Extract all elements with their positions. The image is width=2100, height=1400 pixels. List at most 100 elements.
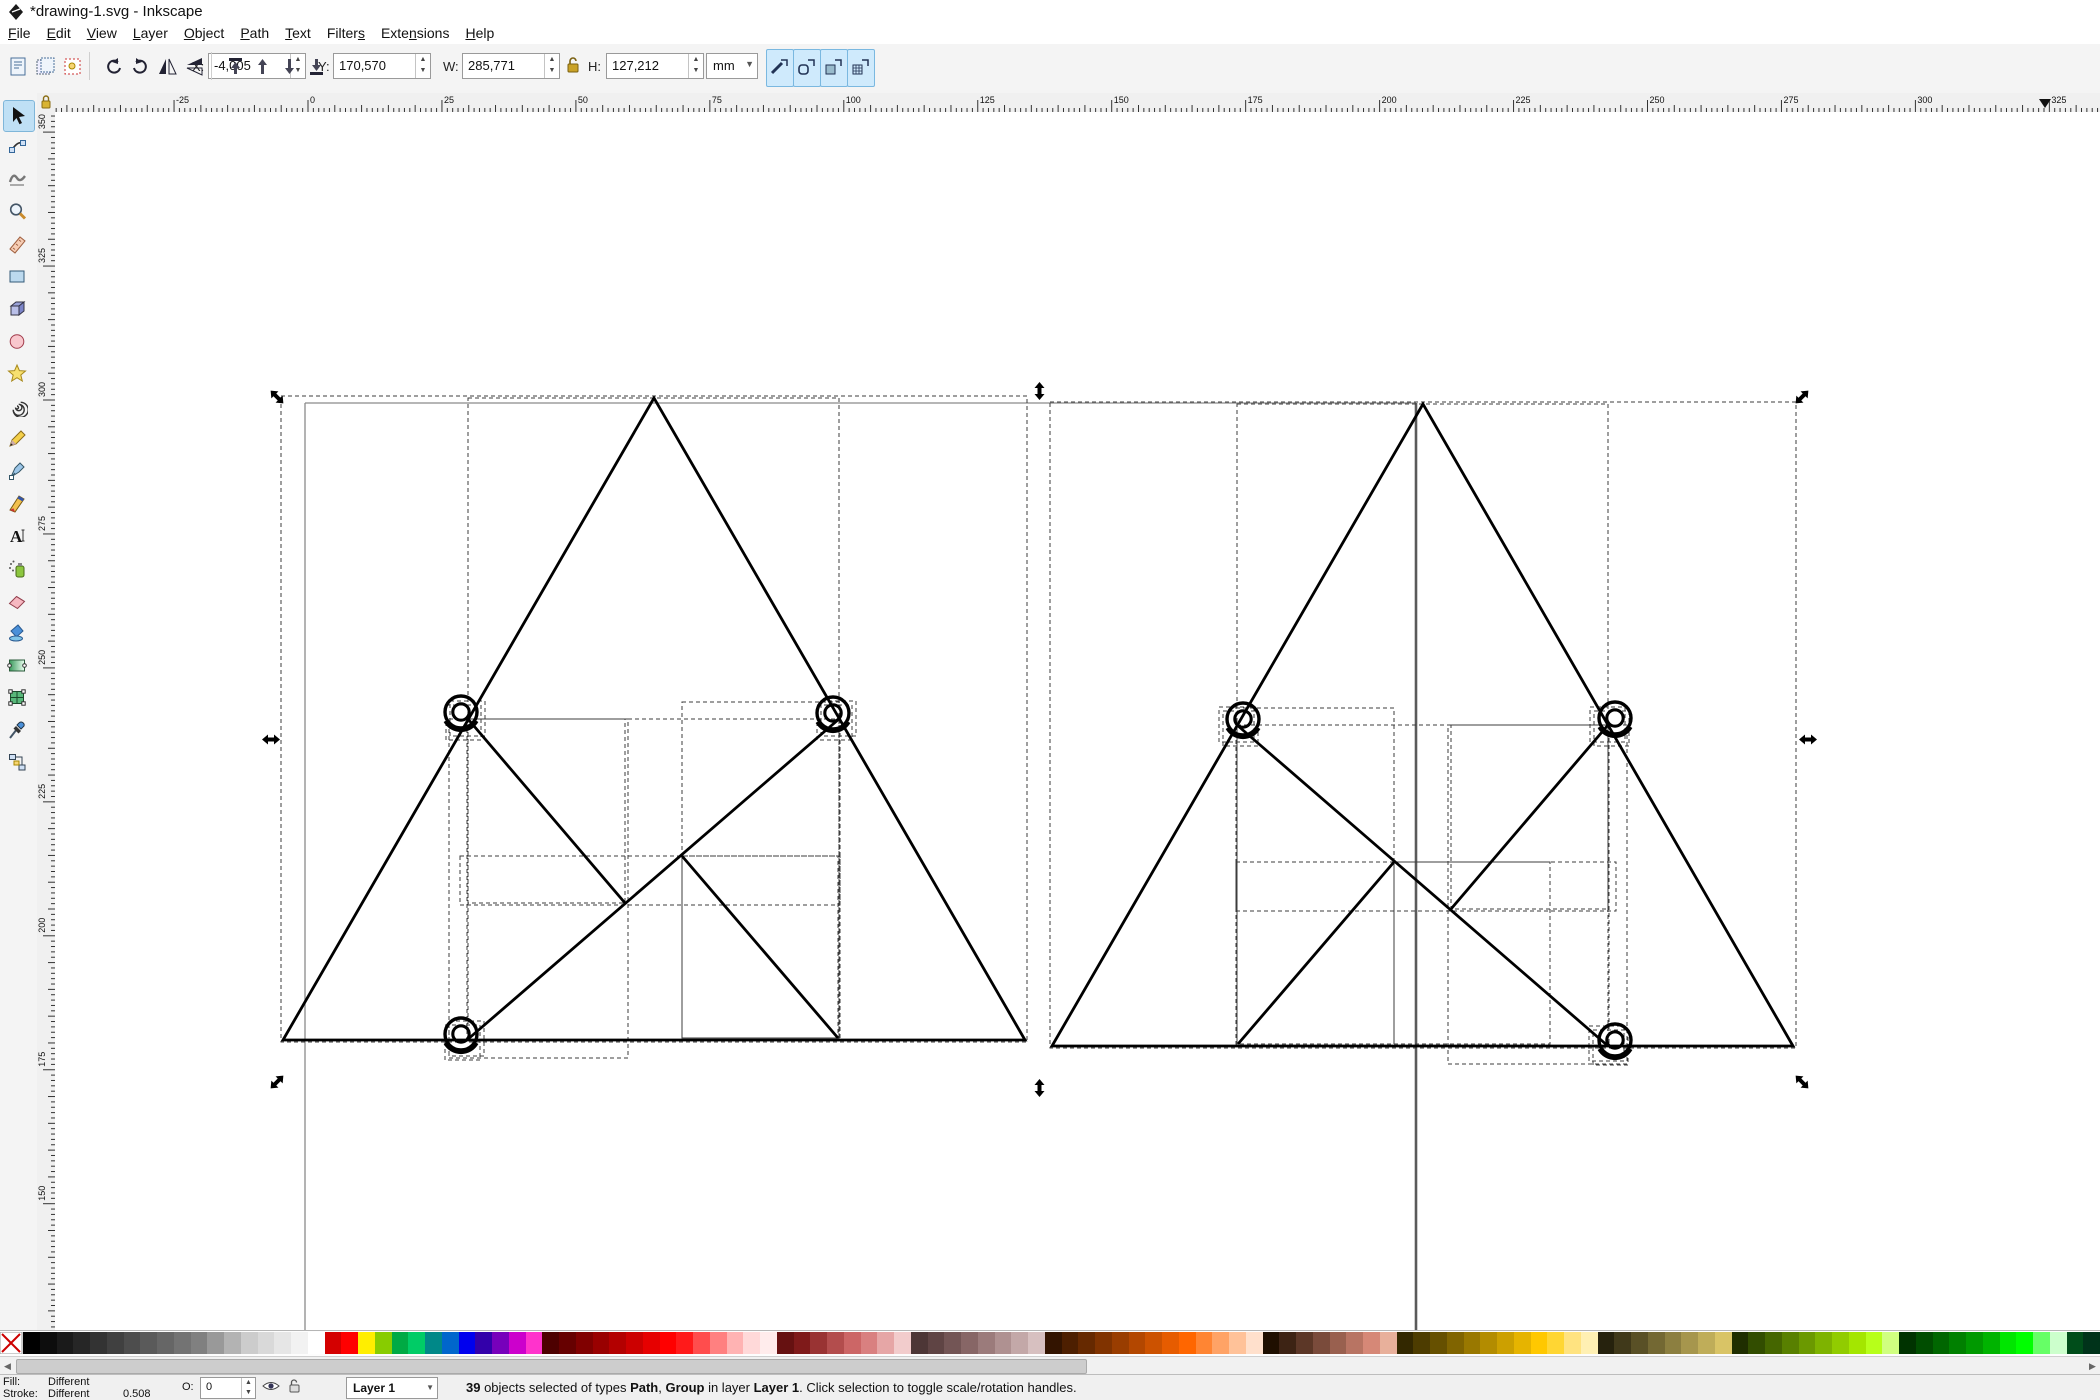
- raise-top-button[interactable]: [222, 50, 250, 84]
- palette-swatch[interactable]: [1866, 1332, 1883, 1354]
- layer-lock-icon[interactable]: [288, 1378, 301, 1394]
- palette-swatch[interactable]: [626, 1332, 643, 1354]
- rotate-ccw-button[interactable]: [100, 50, 128, 84]
- palette-swatch[interactable]: [1045, 1332, 1062, 1354]
- palette-swatch[interactable]: [392, 1332, 409, 1354]
- palette-swatch[interactable]: [526, 1332, 543, 1354]
- palette-swatch[interactable]: [693, 1332, 710, 1354]
- palette-swatch[interactable]: [1464, 1332, 1481, 1354]
- palette-swatch[interactable]: [1748, 1332, 1765, 1354]
- palette-swatch[interactable]: [1028, 1332, 1045, 1354]
- h-input[interactable]: 127,212▲▼: [606, 53, 704, 79]
- palette-swatch[interactable]: [2083, 1332, 2100, 1354]
- palette-swatch[interactable]: [57, 1332, 74, 1354]
- lower-button[interactable]: [276, 50, 304, 84]
- tool-spiral[interactable]: [3, 392, 33, 422]
- scale-handle-bottom-left[interactable]: [267, 1072, 287, 1092]
- scale-corners-toggle[interactable]: [793, 49, 821, 87]
- palette-swatch[interactable]: [174, 1332, 191, 1354]
- palette-swatch[interactable]: [1129, 1332, 1146, 1354]
- tool-pencil[interactable]: [3, 424, 33, 454]
- palette-swatch[interactable]: [995, 1332, 1012, 1354]
- tool-tweak[interactable]: [3, 165, 33, 195]
- palette-swatch[interactable]: [274, 1332, 291, 1354]
- menu-view[interactable]: View: [79, 24, 125, 42]
- tool-connector[interactable]: [3, 748, 33, 778]
- palette-swatch[interactable]: [442, 1332, 459, 1354]
- palette-swatch[interactable]: [1698, 1332, 1715, 1354]
- palette-swatch[interactable]: [1229, 1332, 1246, 1354]
- palette-swatch[interactable]: [861, 1332, 878, 1354]
- scroll-right-arrow[interactable]: ▶: [2085, 1359, 2100, 1373]
- scale-handle-middle-left[interactable]: [262, 735, 280, 745]
- palette-swatch[interactable]: [1547, 1332, 1564, 1354]
- palette-swatch[interactable]: [710, 1332, 727, 1354]
- palette-swatch[interactable]: [928, 1332, 945, 1354]
- palette-swatch[interactable]: [1095, 1332, 1112, 1354]
- palette-swatch[interactable]: [676, 1332, 693, 1354]
- palette-swatch[interactable]: [2033, 1332, 2050, 1354]
- palette-swatch[interactable]: [1765, 1332, 1782, 1354]
- palette-swatch[interactable]: [1949, 1332, 1966, 1354]
- palette-swatch[interactable]: [1162, 1332, 1179, 1354]
- palette-swatch[interactable]: [593, 1332, 610, 1354]
- palette-swatch[interactable]: [1179, 1332, 1196, 1354]
- palette-swatch[interactable]: [1899, 1332, 1916, 1354]
- menu-edit[interactable]: Edit: [39, 24, 79, 42]
- palette-swatch[interactable]: [73, 1332, 90, 1354]
- palette-swatch[interactable]: [1062, 1332, 1079, 1354]
- palette-swatch[interactable]: [894, 1332, 911, 1354]
- flip-horizontal-button[interactable]: [154, 50, 182, 84]
- palette-swatch[interactable]: [1815, 1332, 1832, 1354]
- palette-swatch[interactable]: [1933, 1332, 1950, 1354]
- palette-swatch[interactable]: [1882, 1332, 1899, 1354]
- scale-handle-bottom-right[interactable]: [1792, 1072, 1812, 1092]
- deselect-button[interactable]: [59, 50, 87, 84]
- tool-eraser[interactable]: [3, 586, 33, 616]
- palette-swatch[interactable]: [492, 1332, 509, 1354]
- palette-swatch[interactable]: [23, 1332, 40, 1354]
- tool-zoom[interactable]: [3, 197, 33, 227]
- tool-box3d[interactable]: [3, 294, 33, 324]
- opacity-input[interactable]: 0 ▲▼: [200, 1377, 256, 1399]
- lower-bottom-button[interactable]: [303, 50, 331, 84]
- tool-spray[interactable]: [3, 554, 33, 584]
- ruler-lock-corner[interactable]: [37, 93, 56, 113]
- palette-swatch[interactable]: [475, 1332, 492, 1354]
- menu-extensions[interactable]: Extensions: [373, 24, 458, 42]
- palette-swatch[interactable]: [40, 1332, 57, 1354]
- scale-stroke-toggle[interactable]: [766, 49, 794, 87]
- palette-swatch[interactable]: [1397, 1332, 1414, 1354]
- palette-swatch[interactable]: [944, 1332, 961, 1354]
- palette-swatch[interactable]: [1715, 1332, 1732, 1354]
- palette-swatch[interactable]: [1681, 1332, 1698, 1354]
- palette-swatch[interactable]: [1564, 1332, 1581, 1354]
- palette-swatch[interactable]: [1313, 1332, 1330, 1354]
- figure-left[interactable]: [283, 398, 1025, 1052]
- palette-swatch[interactable]: [643, 1332, 660, 1354]
- palette-swatch[interactable]: [308, 1332, 325, 1354]
- palette-swatch[interactable]: [877, 1332, 894, 1354]
- palette-swatch[interactable]: [1782, 1332, 1799, 1354]
- palette-swatch[interactable]: [425, 1332, 442, 1354]
- palette-swatch[interactable]: [1145, 1332, 1162, 1354]
- palette-swatch[interactable]: [375, 1332, 392, 1354]
- rotate-cw-button[interactable]: [127, 50, 155, 84]
- palette-swatch[interactable]: [459, 1332, 476, 1354]
- palette-swatch[interactable]: [810, 1332, 827, 1354]
- palette-swatch[interactable]: [760, 1332, 777, 1354]
- palette-swatch[interactable]: [727, 1332, 744, 1354]
- palette-swatch[interactable]: [1112, 1332, 1129, 1354]
- palette-swatch[interactable]: [224, 1332, 241, 1354]
- tool-bucket[interactable]: [3, 618, 33, 648]
- menu-file[interactable]: File: [0, 24, 39, 42]
- palette-swatch[interactable]: [1363, 1332, 1380, 1354]
- tool-calligraphy[interactable]: [3, 489, 33, 519]
- palette-swatch[interactable]: [1346, 1332, 1363, 1354]
- tool-mesh[interactable]: [3, 683, 33, 713]
- select-all-layers-button[interactable]: [32, 50, 60, 84]
- tool-pen[interactable]: [3, 456, 33, 486]
- palette-swatch[interactable]: [743, 1332, 760, 1354]
- palette-swatch[interactable]: [325, 1332, 342, 1354]
- vertical-ruler[interactable]: 350325300275250225200175150: [37, 112, 56, 1330]
